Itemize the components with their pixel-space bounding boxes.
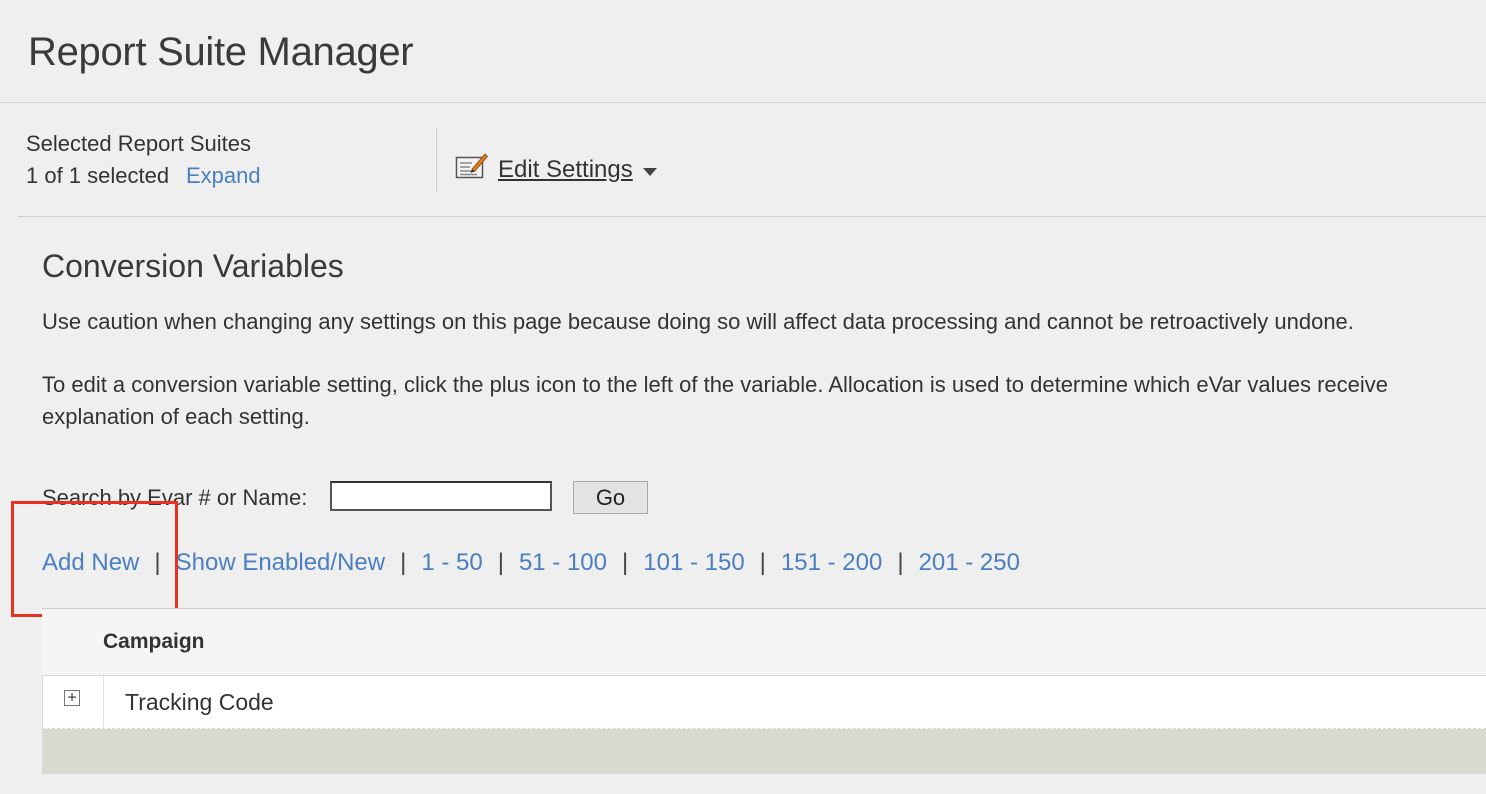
- nav-separator: |: [154, 549, 161, 576]
- cell-divider: [103, 676, 104, 728]
- toolbar-separator: [436, 128, 437, 192]
- edit-settings-menu[interactable]: Edit Settings: [455, 152, 657, 187]
- range-link-151-200[interactable]: 151 - 200: [781, 549, 882, 577]
- table-row: + Tracking Code: [42, 676, 1486, 729]
- caution-text: Use caution when changing any settings o…: [42, 309, 1354, 334]
- nav-separator: |: [759, 549, 766, 576]
- show-enabled-link[interactable]: Show Enabled/New: [176, 549, 385, 577]
- add-new-link[interactable]: Add New: [42, 549, 139, 577]
- selected-report-suites-label: Selected Report Suites: [26, 131, 252, 156]
- go-button[interactable]: Go: [573, 481, 648, 514]
- range-link-1-50[interactable]: 1 - 50: [421, 549, 482, 577]
- range-link-51-100[interactable]: 51 - 100: [519, 549, 607, 577]
- caret-down-icon[interactable]: [642, 167, 657, 176]
- toolbar-divider: [18, 216, 1486, 217]
- expand-link[interactable]: Expand: [186, 163, 261, 189]
- plus-box-icon[interactable]: +: [64, 690, 80, 706]
- variable-nav: Add New | Show Enabled/New | 1 - 50 | 51…: [42, 549, 1020, 577]
- nav-separator: |: [622, 549, 629, 576]
- nav-separator: |: [497, 549, 504, 576]
- search-label: Search by Evar # or Name:: [42, 485, 308, 510]
- variable-name: Tracking Code: [125, 689, 274, 715]
- section-title: Conversion Variables: [42, 248, 344, 284]
- edit-document-icon: [455, 152, 489, 187]
- table-footer: [42, 729, 1486, 774]
- variables-table: Campaign + Tracking Code: [42, 608, 1486, 774]
- title-divider: [0, 102, 1486, 103]
- table-header: Campaign: [42, 609, 1486, 676]
- instructions-text-line2: explanation of each setting.: [42, 404, 310, 429]
- range-link-101-150[interactable]: 101 - 150: [643, 549, 744, 577]
- instructions-text-line1: To edit a conversion variable setting, c…: [42, 372, 1388, 397]
- nav-separator: |: [400, 549, 407, 576]
- nav-separator: |: [897, 549, 904, 576]
- search-input[interactable]: [330, 481, 552, 511]
- range-link-201-250[interactable]: 201 - 250: [919, 549, 1020, 577]
- column-header-campaign: Campaign: [103, 630, 205, 653]
- edit-settings-label[interactable]: Edit Settings: [498, 156, 633, 184]
- selected-count: 1 of 1 selected: [26, 163, 170, 188]
- page-title: Report Suite Manager: [28, 30, 414, 74]
